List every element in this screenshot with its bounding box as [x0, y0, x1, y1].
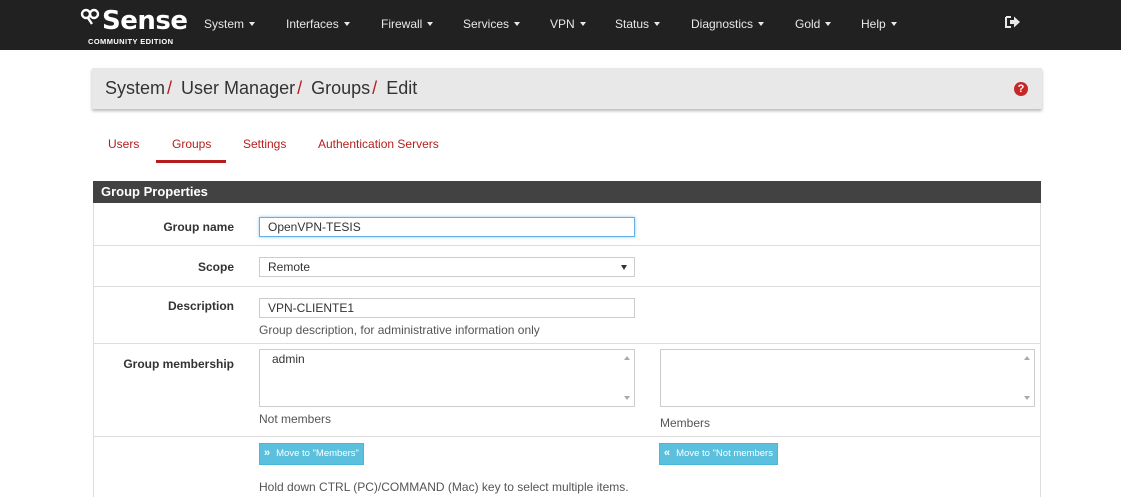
members-listbox[interactable]	[660, 349, 1035, 407]
breadcrumb-system[interactable]: System	[105, 78, 165, 98]
menu-status[interactable]: Status	[615, 17, 661, 31]
move-to-members-label: Move to "Members"	[276, 448, 359, 459]
row-divider	[93, 343, 1041, 344]
move-to-not-members-button[interactable]: « Move to "Not members	[659, 443, 778, 465]
menu-firewall[interactable]: Firewall	[381, 17, 434, 31]
breadcrumb: System / User Manager / Groups / Edit ?	[92, 68, 1042, 109]
group-name-input[interactable]: OpenVPN-TESIS	[259, 217, 635, 237]
caret-down-icon	[825, 22, 832, 26]
row-divider	[93, 286, 1041, 287]
breadcrumb-separator: /	[297, 78, 303, 98]
menu-system[interactable]: System	[204, 17, 256, 31]
breadcrumb-separator: /	[167, 78, 173, 98]
menu-status-label: Status	[615, 17, 650, 31]
move-to-members-button[interactable]: » Move to "Members"	[259, 443, 364, 465]
tab-authentication-servers[interactable]: Authentication Servers	[318, 137, 439, 151]
breadcrumb-groups[interactable]: Groups	[311, 78, 370, 98]
logo-symbol-icon	[80, 8, 100, 25]
pfsense-logo[interactable]: Sense COMMUNITY EDITION	[80, 6, 188, 46]
menu-firewall-label: Firewall	[381, 17, 423, 31]
scroll-down-icon[interactable]	[1024, 396, 1030, 400]
description-input[interactable]: VPN-CLIENTE1	[259, 298, 635, 318]
membership-help: Hold down CTRL (PC)/COMMAND (Mac) key to…	[259, 480, 629, 494]
logo-word: Sense	[102, 6, 188, 36]
menu-vpn[interactable]: VPN	[550, 17, 586, 31]
group-name-value: OpenVPN-TESIS	[268, 220, 361, 234]
menu-system-label: System	[204, 17, 245, 31]
sign-out-icon[interactable]	[1005, 13, 1021, 31]
members-caption: Members	[660, 416, 711, 430]
active-tab-indicator	[156, 160, 226, 163]
tab-groups[interactable]: Groups	[172, 137, 211, 151]
angle-double-left-icon: «	[664, 447, 671, 459]
menu-help-label: Help	[861, 17, 886, 31]
row-divider	[93, 245, 1041, 246]
menu-gold[interactable]: Gold	[795, 17, 832, 31]
scope-value: Remote	[268, 260, 311, 274]
breadcrumb-user-manager[interactable]: User Manager	[181, 78, 295, 98]
group-membership-label: Group membership	[123, 357, 234, 371]
caret-down-icon	[654, 22, 661, 26]
menu-interfaces-label: Interfaces	[286, 17, 339, 31]
select-arrow-icon	[621, 265, 627, 270]
breadcrumb-edit: Edit	[386, 78, 418, 98]
caret-down-icon	[514, 22, 521, 26]
caret-down-icon	[343, 22, 350, 26]
logo-edition: COMMUNITY EDITION	[88, 37, 174, 46]
panel-heading: Group Properties	[93, 181, 1041, 203]
angle-double-right-icon: »	[264, 447, 271, 459]
caret-down-icon	[579, 22, 586, 26]
not-members-caption: Not members	[259, 412, 332, 426]
question-circle-icon[interactable]: ?	[1014, 82, 1028, 96]
scope-label: Scope	[197, 260, 234, 274]
menu-help[interactable]: Help	[861, 17, 897, 31]
menu-diagnostics-label: Diagnostics	[691, 17, 754, 31]
move-to-not-members-label: Move to "Not members	[676, 448, 773, 459]
menu-vpn-label: VPN	[550, 17, 575, 31]
menu-gold-label: Gold	[795, 17, 821, 31]
tab-settings[interactable]: Settings	[243, 137, 286, 151]
caret-down-icon	[249, 22, 256, 26]
caret-down-icon	[427, 22, 434, 26]
panel-title: Group Properties	[101, 184, 208, 199]
top-navbar: Sense COMMUNITY EDITION System Interface…	[0, 0, 1121, 50]
row-divider	[93, 436, 1041, 437]
menu-services-label: Services	[463, 17, 510, 31]
scope-select[interactable]: Remote	[259, 257, 635, 277]
menu-diagnostics[interactable]: Diagnostics	[691, 17, 765, 31]
breadcrumb-trail: System / User Manager / Groups / Edit	[105, 78, 417, 99]
scroll-up-icon[interactable]	[1024, 356, 1030, 360]
tab-users[interactable]: Users	[108, 137, 139, 151]
caret-down-icon	[890, 22, 897, 26]
menu-interfaces[interactable]: Interfaces	[286, 17, 350, 31]
description-label: Description	[167, 299, 234, 313]
group-name-label: Group name	[163, 220, 234, 234]
menu-services[interactable]: Services	[463, 17, 521, 31]
breadcrumb-separator: /	[372, 78, 378, 98]
scroll-up-icon[interactable]	[624, 356, 630, 360]
description-help: Group description, for administrative in…	[259, 323, 540, 337]
caret-down-icon	[758, 22, 765, 26]
list-item[interactable]: admin	[272, 352, 305, 366]
scroll-down-icon[interactable]	[624, 396, 630, 400]
not-members-listbox[interactable]: admin	[259, 349, 635, 407]
description-value: VPN-CLIENTE1	[268, 301, 355, 315]
